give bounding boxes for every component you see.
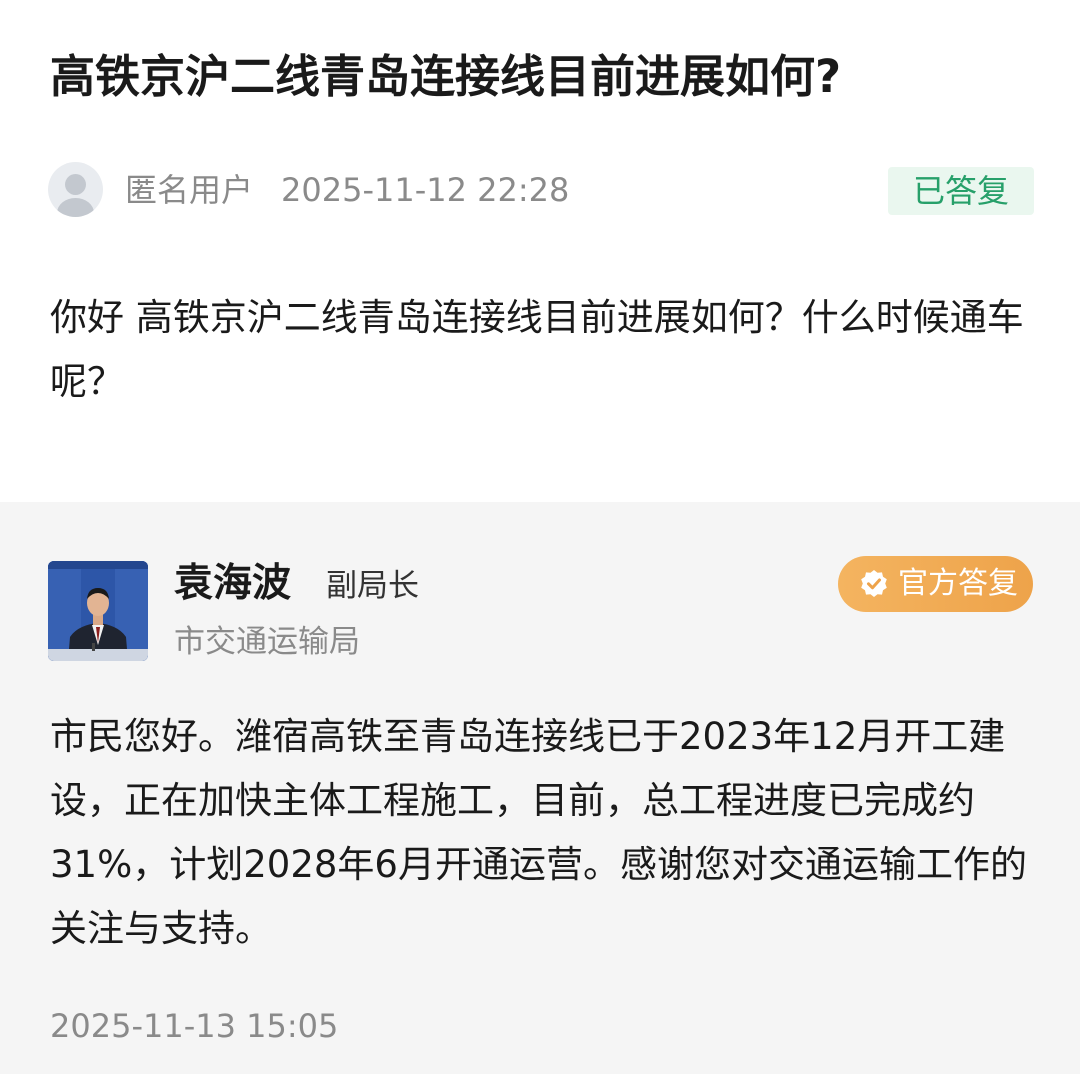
official-answer-badge: 官方答复 — [838, 556, 1033, 612]
asker-name: 匿名用户 — [125, 171, 254, 209]
responder-title: 副局长 — [326, 568, 419, 604]
answer-body: 市民您好。潍宿高铁至青岛连接线已于2023年12月开工建设，正在加快主体工程施工… — [50, 715, 1027, 950]
question-section: 高铁京沪二线青岛连接线目前进展如何? 匿名用户 2025-11-12 22:28… — [0, 0, 1080, 502]
asker-row: 匿名用户 2025-11-12 22:28 已答复 — [48, 162, 1034, 220]
responder-avatar[interactable] — [48, 561, 148, 661]
responder-photo-icon — [48, 561, 148, 661]
question-body: 你好 高铁京沪二线青岛连接线目前进展如何？什么时候通车呢？ — [50, 296, 1024, 403]
responder-org: 市交通运输局 — [174, 624, 360, 660]
answer-timestamp: 2025-11-13 15:05 — [50, 1007, 339, 1045]
responder-name: 袁海波 — [174, 561, 292, 606]
answer-section: 袁海波 副局长 市交通运输局 官方答复 市民您好。潍宿高铁至青岛连接线已于202… — [0, 502, 1080, 1074]
question-title: 高铁京沪二线青岛连接线目前进展如何? — [50, 50, 842, 103]
anonymous-user-icon — [48, 162, 103, 217]
official-badge-label: 官方答复 — [898, 566, 1018, 601]
qa-page: 高铁京沪二线青岛连接线目前进展如何? 匿名用户 2025-11-12 22:28… — [0, 0, 1080, 1074]
status-badge: 已答复 — [888, 167, 1034, 215]
question-timestamp: 2025-11-12 22:28 — [281, 171, 570, 209]
verified-check-icon — [861, 570, 887, 597]
